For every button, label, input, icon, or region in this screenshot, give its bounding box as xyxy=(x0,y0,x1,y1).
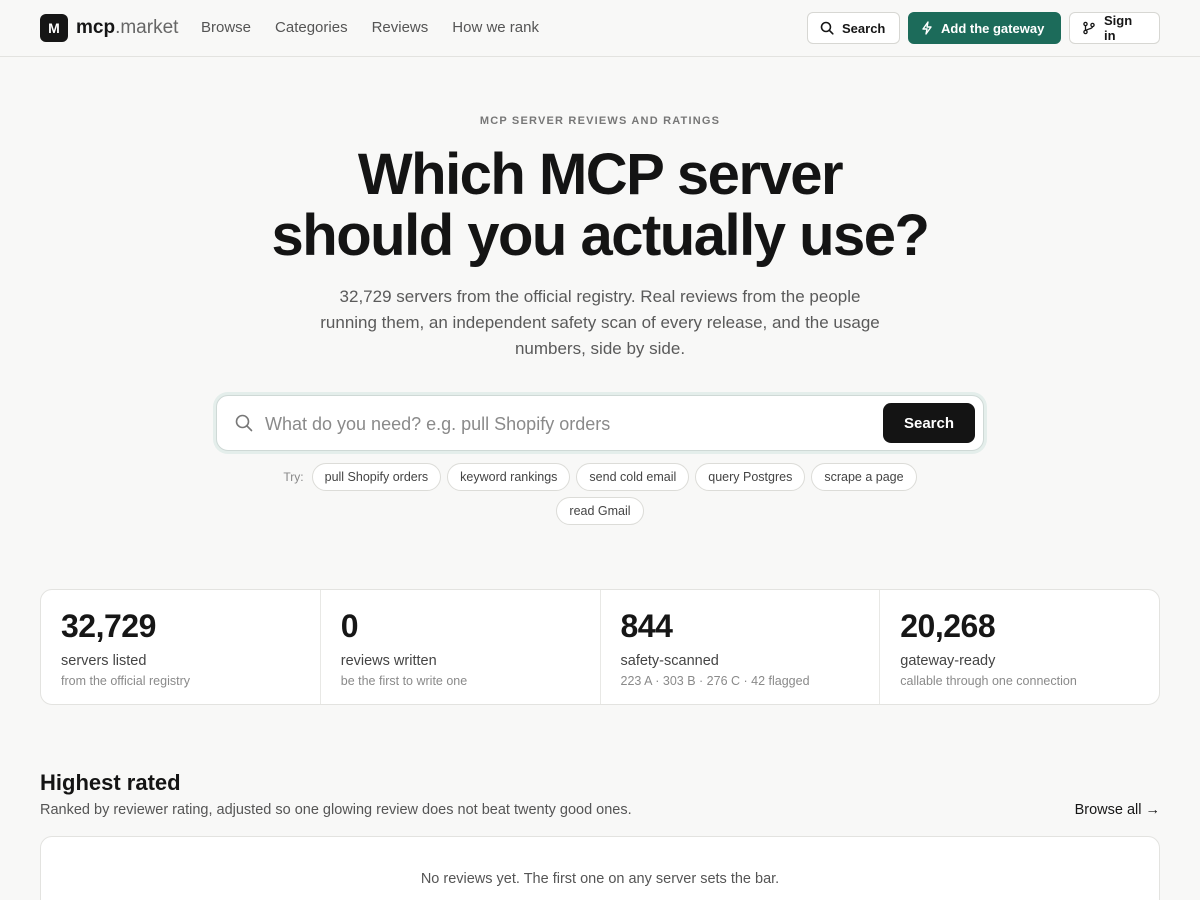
stat-value: 32,729 xyxy=(61,608,156,644)
bolt-icon xyxy=(922,21,932,35)
hero-subtitle: 32,729 servers from the official registr… xyxy=(320,287,880,358)
stat-value: 20,268 xyxy=(900,608,996,644)
stat-safety-scanned: 844 safety-scanned 223 A · 303 B · 276 C… xyxy=(601,590,881,704)
suggestion-chip[interactable]: send cold email xyxy=(576,463,690,491)
stat-label: reviews written xyxy=(340,653,437,669)
stat-value: 844 xyxy=(620,608,673,644)
suggestion-chip[interactable]: pull Shopify orders xyxy=(311,463,442,491)
page-title-line-2: should you actually use? xyxy=(271,203,930,268)
stat-note: be the first to write one xyxy=(340,674,468,688)
suggestion-chip[interactable]: query Postgres xyxy=(695,463,806,491)
logo-name-suffix: .market xyxy=(115,17,179,38)
sign-in-button[interactable]: Sign in xyxy=(1069,12,1160,44)
suggestion-row-2: read Gmail xyxy=(0,497,1200,525)
highest-rated-title: Highest rated xyxy=(40,770,181,795)
stat-reviews-written: 0 reviews written be the first to write … xyxy=(321,590,601,704)
stat-label: safety-scanned xyxy=(620,653,719,669)
browse-all-link[interactable]: Browse all → xyxy=(1075,800,1160,820)
main-nav: Browse Categories Reviews How we rank xyxy=(201,18,539,38)
add-gateway-label: Add the gateway xyxy=(941,20,1045,36)
stat-gateway-ready: 20,268 gateway-ready callable through on… xyxy=(880,590,1159,704)
search-icon xyxy=(235,414,253,432)
suggestion-row: Try: pull Shopify orders keyword ranking… xyxy=(0,463,1200,491)
suggestion-chip[interactable]: read Gmail xyxy=(556,497,644,525)
header-search-button[interactable]: Search xyxy=(807,12,900,44)
git-branch-icon xyxy=(1083,21,1095,35)
add-gateway-button[interactable]: Add the gateway xyxy=(908,12,1061,44)
highest-rated-empty-state: No reviews yet. The first one on any ser… xyxy=(40,836,1160,900)
main-search-bar: Search xyxy=(216,395,984,451)
search-icon xyxy=(820,21,834,35)
nav-reviews[interactable]: Reviews xyxy=(372,18,429,38)
stat-note: from the official registry xyxy=(61,674,190,688)
stat-label: servers listed xyxy=(61,653,147,669)
logo-name-main: mcp xyxy=(76,17,116,38)
sign-in-label: Sign in xyxy=(1104,13,1133,43)
nav-categories[interactable]: Categories xyxy=(275,18,348,38)
suggestion-chip[interactable]: keyword rankings xyxy=(447,463,571,491)
nav-how-we-rank[interactable]: How we rank xyxy=(452,18,539,38)
stat-note: callable through one connection xyxy=(900,674,1077,688)
stat-label: gateway-ready xyxy=(900,653,996,669)
top-header: M mcp.market Browse Categories Reviews H… xyxy=(0,0,1200,57)
stat-value: 0 xyxy=(340,608,359,644)
page-title: Which MCP server should you actually use… xyxy=(200,144,1000,266)
main-search-input[interactable] xyxy=(265,406,875,442)
header-search-label: Search xyxy=(842,20,886,36)
try-label: Try: xyxy=(283,470,304,484)
page-title-line-1: Which MCP server xyxy=(357,142,844,207)
suggestion-chip[interactable]: scrape a page xyxy=(811,463,917,491)
stat-servers-listed: 32,729 servers listed from the official … xyxy=(41,590,321,704)
empty-state-message: No reviews yet. The first one on any ser… xyxy=(420,871,780,887)
hero-eyebrow: MCP SERVER REVIEWS AND RATINGS xyxy=(479,115,721,127)
stats-panel: 32,729 servers listed from the official … xyxy=(40,589,1160,705)
stat-note: 223 A · 303 B · 276 C · 42 flagged xyxy=(620,674,810,688)
highest-rated-description: Ranked by reviewer rating, adjusted so o… xyxy=(40,802,632,818)
main-search-button[interactable]: Search xyxy=(883,403,975,443)
logo-mark[interactable]: M xyxy=(40,14,68,42)
nav-browse[interactable]: Browse xyxy=(201,18,251,38)
logo-wordmark[interactable]: mcp.market xyxy=(76,16,178,40)
